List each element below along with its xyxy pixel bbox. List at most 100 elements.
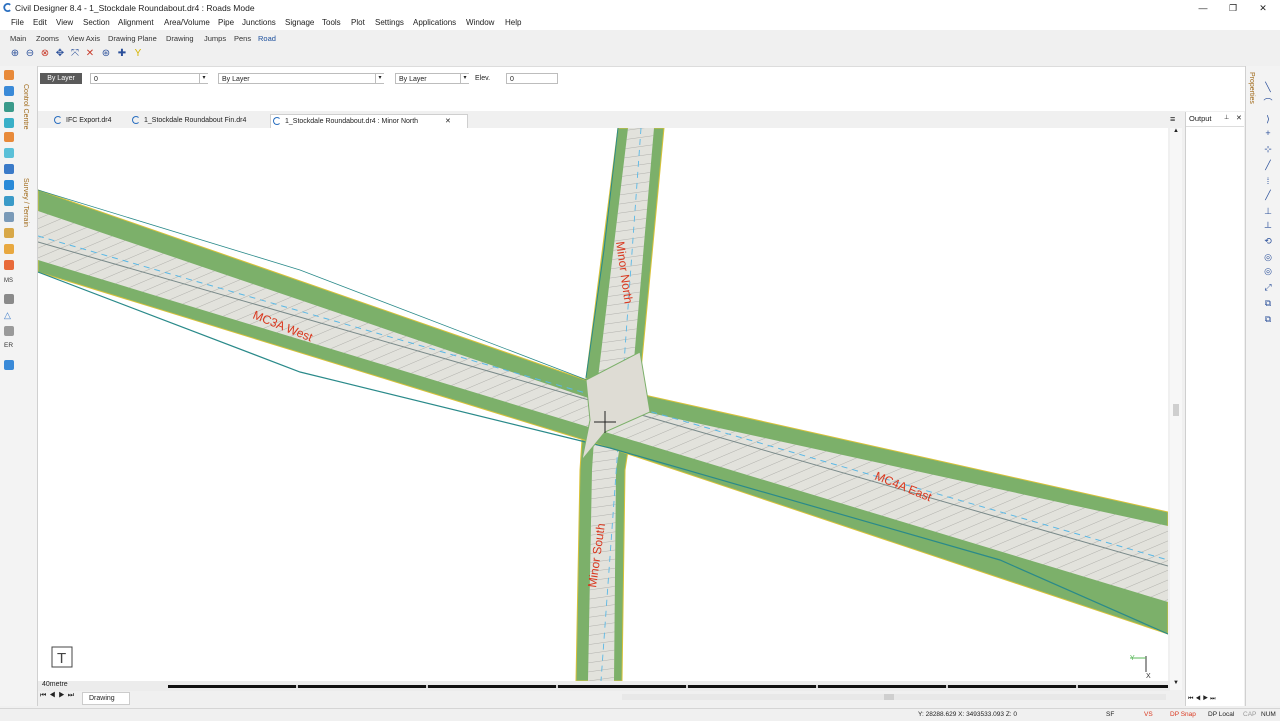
tab-main[interactable]: Main — [10, 34, 26, 43]
output-nav-arrows-icon[interactable]: ⏮◀▶⏭ — [1188, 696, 1218, 703]
zoom-window-icon[interactable]: ⊗ — [39, 48, 51, 60]
menu-help[interactable]: Help — [505, 18, 521, 27]
ms-icon[interactable]: MS — [4, 278, 14, 288]
pin-icon[interactable]: ✚ — [116, 48, 128, 60]
status-vs[interactable]: VS — [1144, 711, 1153, 718]
flame-icon[interactable] — [4, 260, 14, 270]
menu-signage[interactable]: Signage — [285, 18, 314, 27]
tab-drawing-plane[interactable]: Drawing Plane — [108, 34, 157, 43]
drawing-canvas[interactable]: MC3A West MC4A East Minor North Minor So… — [38, 128, 1168, 681]
scroll-down-icon[interactable]: ▼ — [1173, 680, 1179, 688]
menu-edit[interactable]: Edit — [33, 18, 47, 27]
window-icon[interactable] — [4, 360, 14, 370]
close-button[interactable]: ✕ — [1248, 1, 1278, 15]
road-drawing[interactable]: MC3A West MC4A East Minor North Minor So… — [38, 128, 1168, 681]
output-close-icon[interactable]: ✕ — [1236, 114, 1242, 122]
terrain-icon[interactable] — [4, 102, 14, 112]
linetype-select[interactable]: By Layer — [395, 73, 469, 84]
snap-tool-icon[interactable]: ⊹ — [1263, 144, 1273, 154]
scale-tool-icon[interactable]: ⤢ — [1263, 282, 1273, 292]
sheet-tab-drawing[interactable]: Drawing — [82, 692, 130, 705]
line-tool-icon[interactable]: ╲ — [1263, 82, 1273, 92]
tab-drawing[interactable]: Drawing — [166, 34, 194, 43]
array-tool-icon[interactable]: ⧉ — [1263, 314, 1273, 324]
zoom-in-icon[interactable]: ⊕ — [9, 48, 21, 60]
restore-button[interactable]: ❐ — [1218, 1, 1248, 15]
globe-icon[interactable]: ⊛ — [100, 48, 112, 60]
circle-tool-icon[interactable]: ◎ — [1263, 252, 1273, 262]
sheet-icon[interactable] — [4, 244, 14, 254]
linetype-dropdown-arrow-icon[interactable]: ▾ — [460, 74, 469, 83]
layers-icon[interactable] — [4, 196, 14, 206]
tab-pens[interactable]: Pens — [234, 34, 251, 43]
menu-window[interactable]: Window — [466, 18, 494, 27]
tab-ifc-export[interactable]: IFC Export.dr4 — [52, 114, 136, 127]
copy-tool-icon[interactable]: ⧉ — [1263, 298, 1273, 308]
hscroll-thumb[interactable] — [884, 694, 894, 700]
model-icon[interactable] — [4, 118, 14, 128]
status-dp-snap[interactable]: DP Snap — [1170, 711, 1196, 718]
circle2-tool-icon[interactable]: ◎ — [1263, 266, 1273, 276]
offset-tool-icon[interactable]: ╱ — [1263, 190, 1273, 200]
measure-tool-icon[interactable]: ╱ — [1263, 160, 1273, 170]
menu-applications[interactable]: Applications — [413, 18, 456, 27]
elev-input[interactable]: 0 — [506, 73, 558, 84]
rotate-tool-icon[interactable]: ⟲ — [1263, 236, 1273, 246]
extend-tool-icon[interactable]: ┴ — [1263, 222, 1273, 232]
folder-icon[interactable] — [4, 228, 14, 238]
menu-pipe[interactable]: Pipe — [218, 18, 234, 27]
pipe-icon[interactable] — [4, 164, 14, 174]
tab-roundabout-fin[interactable]: 1_Stockdale Roundabout Fin.dr4 — [130, 114, 274, 127]
zoom-out-icon[interactable]: ⊖ — [24, 48, 36, 60]
tab-jumps[interactable]: Jumps — [204, 34, 226, 43]
status-sf[interactable]: SF — [1106, 711, 1114, 718]
menu-plot[interactable]: Plot — [351, 18, 365, 27]
survey-terrain-label[interactable]: Survey / Terrain — [22, 178, 29, 227]
survey-icon[interactable] — [4, 86, 14, 96]
vertical-scrollbar[interactable]: ▲ ▼ — [1170, 128, 1182, 690]
roads-icon[interactable] — [4, 132, 14, 142]
er-icon[interactable]: ER — [4, 342, 14, 352]
trim-tool-icon[interactable]: ⊥ — [1263, 206, 1273, 216]
zoom-extents-icon[interactable]: ⤧ — [69, 48, 81, 60]
menu-junctions[interactable]: Junctions — [242, 18, 276, 27]
menu-tools[interactable]: Tools — [322, 18, 341, 27]
tab-view-axis[interactable]: View Axis — [68, 34, 100, 43]
sheet-nav-arrows-icon[interactable]: ⏮◀▶⏭ — [40, 692, 77, 700]
tab-minor-north[interactable]: 1_Stockdale Roundabout.dr4 : Minor North… — [270, 114, 468, 128]
filter-icon[interactable]: Y — [132, 48, 144, 60]
menu-settings[interactable]: Settings — [375, 18, 404, 27]
layer-dropdown-arrow-icon[interactable]: ▾ — [199, 74, 208, 83]
grid-dots-icon[interactable]: ⁞ — [1263, 176, 1273, 186]
grid-icon[interactable] — [4, 212, 14, 222]
properties-side-tab[interactable]: Properties — [1248, 72, 1255, 104]
tab-zooms[interactable]: Zooms — [36, 34, 59, 43]
point-tool-icon[interactable]: + — [1263, 128, 1273, 138]
menu-area-volume[interactable]: Area/Volume — [164, 18, 210, 27]
minimize-button[interactable]: — — [1188, 1, 1218, 15]
scroll-thumb[interactable] — [1173, 404, 1179, 416]
arc-tool-icon[interactable]: ⟩ — [1263, 114, 1273, 124]
horizontal-scrollbar[interactable] — [622, 694, 1166, 700]
hatch-icon[interactable] — [4, 326, 14, 336]
scroll-up-icon[interactable]: ▲ — [1173, 128, 1179, 136]
control-centre-label[interactable]: Control Centre — [22, 84, 29, 130]
zoom-all-icon[interactable]: ✕ — [84, 48, 96, 60]
menu-section[interactable]: Section — [83, 18, 110, 27]
tab-list-icon[interactable]: ≡ — [1170, 114, 1175, 124]
layer-select[interactable]: 0 — [90, 73, 208, 84]
layer-button[interactable]: By Layer — [40, 73, 82, 84]
tab-close-icon[interactable]: ✕ — [445, 115, 451, 128]
menu-file[interactable]: File — [11, 18, 24, 27]
menu-alignment[interactable]: Alignment — [118, 18, 154, 27]
pan-icon[interactable]: ✥ — [54, 48, 66, 60]
polyline-tool-icon[interactable]: ⌒ — [1263, 98, 1273, 108]
triangle-icon[interactable]: △ — [4, 310, 14, 320]
grid2-icon[interactable] — [4, 294, 14, 304]
menu-view[interactable]: View — [56, 18, 73, 27]
pin-icon[interactable]: ⊥ — [1224, 114, 1229, 121]
water-icon[interactable] — [4, 148, 14, 158]
tab-road[interactable]: Road — [258, 34, 276, 43]
drop-icon[interactable] — [4, 180, 14, 190]
color-dropdown-arrow-icon[interactable]: ▾ — [375, 74, 384, 83]
